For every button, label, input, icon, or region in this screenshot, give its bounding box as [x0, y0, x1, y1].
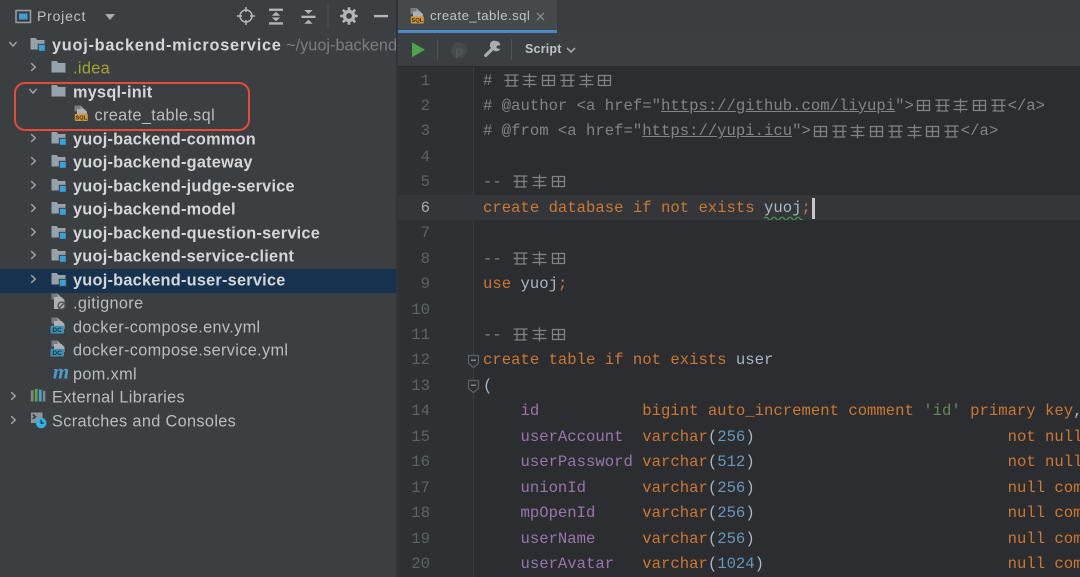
- svg-text:SQL: SQL: [411, 18, 423, 24]
- svg-text:m: m: [53, 363, 69, 381]
- svg-text:DC: DC: [52, 327, 62, 334]
- svg-text:p: p: [455, 43, 463, 58]
- svg-text:DC: DC: [52, 350, 62, 357]
